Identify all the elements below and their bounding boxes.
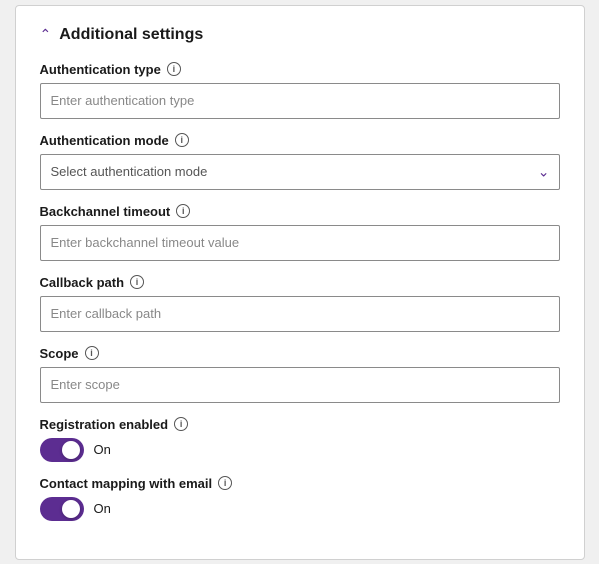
contact-mapping-label: Contact mapping with email i <box>40 476 560 491</box>
toggle-thumb-2 <box>62 500 80 518</box>
contact-mapping-toggle-row: On <box>40 497 560 521</box>
contact-mapping-info-icon[interactable]: i <box>218 476 232 490</box>
registration-enabled-info-icon[interactable]: i <box>174 417 188 431</box>
scope-info-icon[interactable]: i <box>85 346 99 360</box>
backchannel-timeout-info-icon[interactable]: i <box>176 204 190 218</box>
registration-enabled-toggle-row: On <box>40 438 560 462</box>
callback-path-field: Callback path i <box>40 275 560 332</box>
additional-settings-card: ⌃ Additional settings Authentication typ… <box>15 5 585 560</box>
authentication-type-label: Authentication type i <box>40 62 560 77</box>
callback-path-info-icon[interactable]: i <box>130 275 144 289</box>
contact-mapping-toggle-label: On <box>94 501 111 516</box>
contact-mapping-field: Contact mapping with email i On <box>40 476 560 521</box>
backchannel-timeout-input[interactable] <box>40 225 560 261</box>
registration-enabled-label: Registration enabled i <box>40 417 560 432</box>
scope-input[interactable] <box>40 367 560 403</box>
toggle-track <box>40 438 84 462</box>
section-title: Additional settings <box>59 26 203 44</box>
backchannel-timeout-field: Backchannel timeout i <box>40 204 560 261</box>
registration-enabled-field: Registration enabled i On <box>40 417 560 462</box>
collapse-chevron-icon[interactable]: ⌃ <box>40 26 52 43</box>
authentication-type-info-icon[interactable]: i <box>167 62 181 76</box>
authentication-mode-select-wrapper: Select authentication mode ⌄ <box>40 154 560 190</box>
authentication-mode-field: Authentication mode i Select authenticat… <box>40 133 560 190</box>
registration-enabled-toggle-label: On <box>94 442 111 457</box>
authentication-type-field: Authentication type i <box>40 62 560 119</box>
backchannel-timeout-label: Backchannel timeout i <box>40 204 560 219</box>
toggle-track-2 <box>40 497 84 521</box>
registration-enabled-toggle[interactable] <box>40 438 84 462</box>
authentication-mode-label: Authentication mode i <box>40 133 560 148</box>
authentication-mode-select[interactable]: Select authentication mode <box>40 154 560 190</box>
scope-label: Scope i <box>40 346 560 361</box>
authentication-type-input[interactable] <box>40 83 560 119</box>
callback-path-label: Callback path i <box>40 275 560 290</box>
section-header: ⌃ Additional settings <box>40 26 560 44</box>
scope-field: Scope i <box>40 346 560 403</box>
toggle-thumb <box>62 441 80 459</box>
callback-path-input[interactable] <box>40 296 560 332</box>
authentication-mode-info-icon[interactable]: i <box>175 133 189 147</box>
contact-mapping-toggle[interactable] <box>40 497 84 521</box>
